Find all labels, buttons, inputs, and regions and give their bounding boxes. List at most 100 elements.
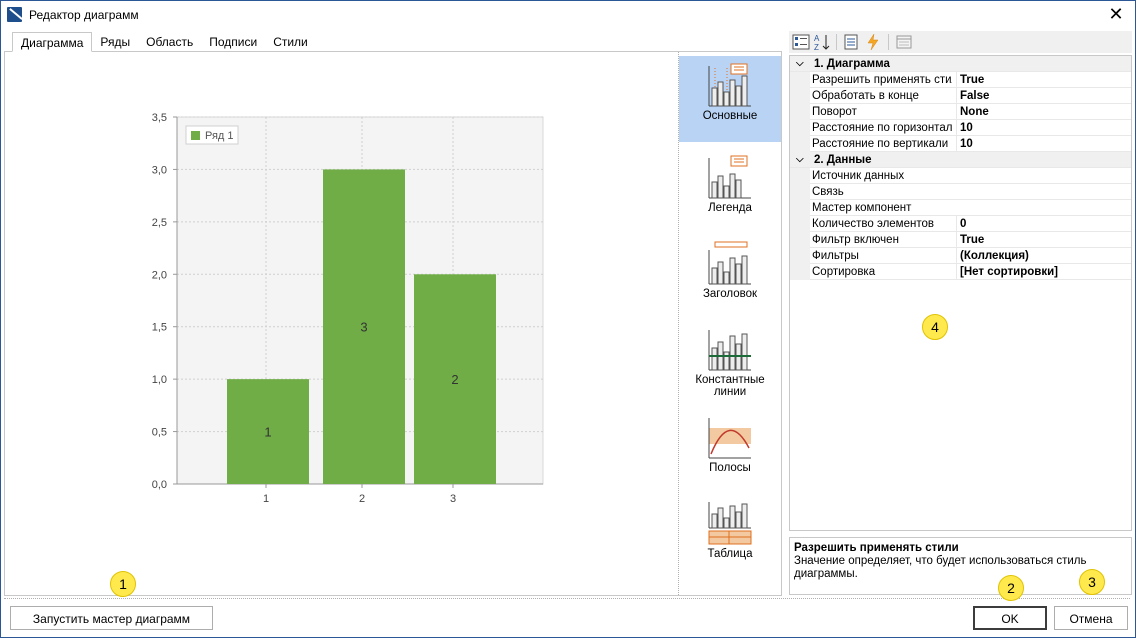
property-name: Количество элементов (812, 218, 934, 230)
property-row[interactable]: Расстояние по вертикали 10 (790, 136, 1131, 152)
tab-series[interactable]: Ряды (92, 32, 138, 52)
chart-type-label: Основные (702, 110, 758, 122)
property-value[interactable]: True (956, 72, 1131, 88)
diagram-tab-panel: 0,0 0,5 1,0 1,5 2,0 2,5 3,0 3,5 1 3 2 1 2 3 Ряд 1 Осно… (4, 51, 782, 596)
y-tick-label: 1,0 (152, 374, 167, 386)
tab-styles[interactable]: Стили (265, 32, 316, 52)
property-row[interactable]: Связь (790, 184, 1131, 200)
category-diagram[interactable]: ⌵ 1. Диаграмма (790, 56, 1131, 72)
tab-area[interactable]: Область (138, 32, 201, 52)
property-name: Сортировка (812, 266, 876, 278)
property-name: Разрешить применять стили (812, 74, 952, 86)
legend-chart-icon (708, 155, 751, 199)
property-value[interactable]: 10 (956, 136, 1131, 152)
description-text: Значение определяет, что будет использов… (794, 555, 1087, 580)
title-chart-icon (708, 241, 751, 285)
y-tick-label: 3,5 (152, 112, 167, 124)
bar-chart: 0,0 0,5 1,0 1,5 2,0 2,5 3,0 3,5 1 3 2 1 2 3 Ряд 1 (152, 112, 544, 505)
chart-type-legend[interactable]: Легенда (679, 148, 781, 228)
chart-type-strips[interactable]: Полосы (679, 408, 781, 488)
property-value[interactable]: (Коллекция) (956, 248, 1131, 264)
events-icon[interactable] (864, 33, 882, 51)
chart-elements-list: Основные Легенда Заголовок Константные л… (679, 56, 781, 592)
property-value[interactable]: False (956, 88, 1131, 104)
property-name: Связь (812, 186, 844, 198)
run-chart-wizard-button[interactable]: Запустить мастер диаграмм (10, 606, 213, 630)
annotation-badge-1: 1 (110, 571, 136, 597)
constant-lines-chart-icon (708, 330, 751, 371)
cancel-button[interactable]: Отмена (1054, 606, 1128, 630)
category-name: 1. Диаграмма (814, 58, 890, 70)
annotation-badge-4: 4 (922, 314, 948, 340)
chart-type-label: Легенда (708, 202, 752, 214)
tab-diagram[interactable]: Диаграмма (12, 32, 93, 52)
chart-type-table[interactable]: Таблица (679, 494, 781, 574)
x-tick-label: 1 (263, 493, 269, 505)
property-row[interactable]: Обработать в конце False (790, 88, 1131, 104)
property-name: Источник данных (812, 170, 905, 182)
property-row[interactable]: Поворот None (790, 104, 1131, 120)
chart-type-label: Заголовок (702, 288, 758, 300)
property-name: Обработать в конце (812, 90, 919, 102)
alphabetical-icon[interactable]: A Z (813, 33, 831, 51)
x-tick-label: 2 (359, 493, 365, 505)
property-row[interactable]: Расстояние по горизонтали 10 (790, 120, 1131, 136)
property-value[interactable]: None (956, 104, 1131, 120)
y-tick-label: 1,5 (152, 322, 167, 334)
property-name: Поворот (812, 106, 857, 118)
property-value[interactable]: True (956, 232, 1131, 248)
svg-text:Z: Z (814, 43, 819, 51)
window-title: Редактор диаграмм (29, 8, 139, 22)
app-icon (7, 7, 22, 22)
property-value[interactable]: [Нет сортировки] (956, 264, 1131, 280)
footer-divider (4, 598, 1130, 599)
properties-icon[interactable] (842, 33, 860, 51)
property-name: Мастер компонент (812, 202, 912, 214)
y-tick-label: 0,0 (152, 479, 167, 491)
y-tick-label: 2,0 (152, 269, 167, 281)
chart-type-basic[interactable]: Основные (679, 56, 781, 142)
property-pages-icon[interactable] (895, 33, 913, 51)
property-row[interactable]: Мастер компонент (790, 200, 1131, 216)
chart-type-title[interactable]: Заголовок (679, 234, 781, 314)
property-name: Расстояние по горизонтали (812, 122, 952, 134)
tab-strip: Диаграмма Ряды Область Подписи Стили (12, 32, 316, 52)
tab-labels[interactable]: Подписи (201, 32, 265, 52)
property-row[interactable]: Количество элементов 0 (790, 216, 1131, 232)
chevron-down-icon[interactable]: ⌵ (796, 152, 806, 168)
property-row[interactable]: Фильтр включен True (790, 232, 1131, 248)
chart-type-label: Полосы (709, 462, 751, 474)
chart-type-label: Константные линии (695, 374, 765, 398)
property-name: Фильтры (812, 250, 859, 262)
bar-data-label: 1 (264, 425, 271, 440)
property-name: Фильтр включен (812, 234, 899, 246)
property-name: Расстояние по вертикали (812, 138, 949, 150)
ok-button[interactable]: OK (973, 606, 1047, 630)
chart-type-label: Таблица (707, 548, 753, 560)
description-title: Разрешить применять стили (794, 542, 959, 554)
close-icon[interactable]: ✕ (1107, 4, 1125, 25)
property-value[interactable]: 10 (956, 120, 1131, 136)
annotation-badge-2: 2 (998, 575, 1024, 601)
legend-label: Ряд 1 (205, 130, 234, 142)
bar-data-label: 3 (360, 320, 367, 335)
category-name: 2. Данные (814, 154, 872, 166)
y-tick-label: 3,0 (152, 164, 167, 176)
property-row[interactable]: Фильтры (Коллекция) (790, 248, 1131, 264)
x-tick-label: 3 (450, 493, 456, 505)
basic-chart-icon (708, 63, 751, 107)
property-row[interactable]: Разрешить применять стили True (790, 72, 1131, 88)
property-grid: ⌵ 1. Диаграмма Разрешить применять стили… (789, 55, 1132, 531)
property-row[interactable]: Источник данных (790, 168, 1131, 184)
chevron-down-icon[interactable]: ⌵ (796, 56, 806, 72)
chart-type-constant-lines[interactable]: Константные линии (679, 320, 781, 414)
property-value[interactable]: 0 (956, 216, 1131, 232)
property-row[interactable]: Сортировка [Нет сортировки] (790, 264, 1131, 280)
strips-chart-icon (708, 418, 751, 459)
toolbar-separator (888, 34, 889, 50)
table-chart-icon (708, 502, 752, 545)
y-tick-label: 2,5 (152, 217, 167, 229)
categorized-icon[interactable] (792, 33, 810, 51)
y-tick-label: 0,5 (152, 427, 167, 439)
category-data[interactable]: ⌵ 2. Данные (790, 152, 1131, 168)
